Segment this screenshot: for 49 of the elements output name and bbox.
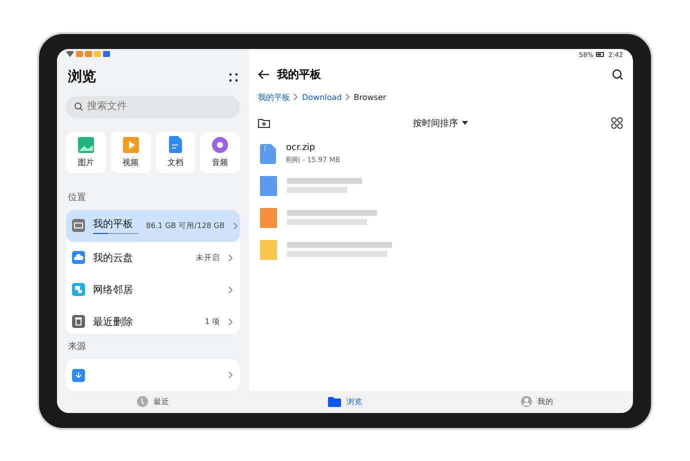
battery-icon <box>596 52 606 57</box>
chevron-icon <box>228 286 234 294</box>
network-icon <box>72 283 85 296</box>
category-tile[interactable]: 图片 <box>66 132 106 173</box>
folder-icon <box>328 396 340 406</box>
section-title: 来源 <box>68 340 87 354</box>
blurred-file-icon <box>260 176 277 196</box>
location-item[interactable]: 网络邻居 <box>66 274 240 306</box>
location-label: 最近删除 <box>93 316 134 329</box>
page-title: 我的平板 <box>277 66 322 82</box>
location-label: 网络邻居 <box>93 284 134 297</box>
chevron-icon <box>232 222 239 230</box>
download-icon <box>72 368 85 382</box>
section-title: 位置 <box>68 192 87 204</box>
chevron-icon <box>228 371 234 380</box>
new-folder-icon[interactable] <box>258 118 270 128</box>
person-icon <box>520 396 532 407</box>
search-icon <box>74 102 83 112</box>
file-name: ocr.zip <box>286 142 316 152</box>
more-icon[interactable] <box>229 72 238 82</box>
zip-file-icon <box>260 144 276 164</box>
blurred-file-icon <box>260 208 277 228</box>
location-label: 我的平板 <box>93 218 134 231</box>
caret-icon <box>462 121 468 125</box>
sort-dropdown[interactable]: 按时间排序 <box>413 116 468 130</box>
cloud-icon <box>72 251 85 264</box>
chevron-icon <box>344 93 351 101</box>
category-tile[interactable]: 文档 <box>156 132 196 173</box>
location-label: 我的云盘 <box>93 252 134 265</box>
trash-icon <box>72 315 85 328</box>
document-icon <box>168 136 182 154</box>
chevron-icon <box>228 254 234 262</box>
category-tile[interactable]: 视频 <box>110 132 150 173</box>
search-icon[interactable] <box>612 68 623 80</box>
chevron-icon <box>228 318 234 326</box>
picture-icon <box>78 136 94 153</box>
play-icon <box>122 136 139 153</box>
tablet-icon <box>72 219 85 232</box>
grid-view-icon[interactable] <box>611 117 623 129</box>
clock-icon <box>136 396 148 407</box>
breadcrumb-current: Browser <box>354 92 386 102</box>
chevron-icon <box>293 93 299 101</box>
sidebar-title: 浏览 <box>68 68 96 86</box>
back-arrow-icon[interactable] <box>258 70 269 78</box>
breadcrumb-link[interactable]: 我的平板 <box>258 92 290 102</box>
breadcrumb-link[interactable]: Download <box>302 92 342 102</box>
disc-icon <box>212 136 228 153</box>
blurred-file-icon <box>260 240 277 260</box>
category-tile[interactable]: 音频 <box>200 132 240 173</box>
